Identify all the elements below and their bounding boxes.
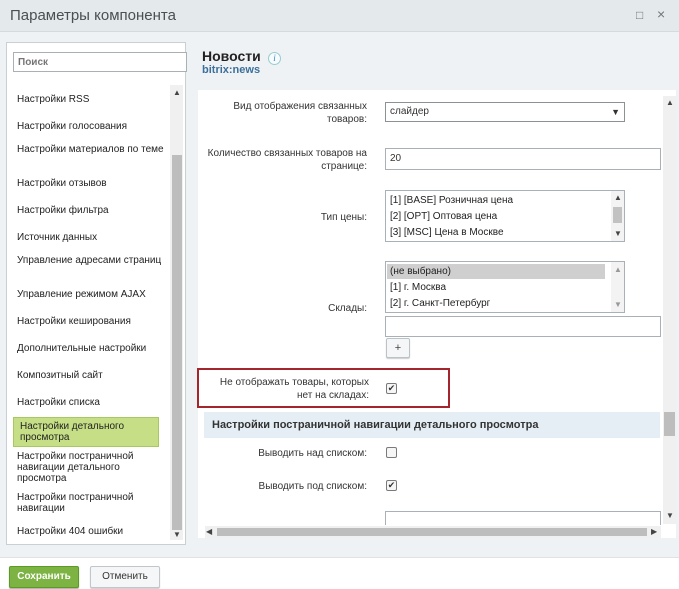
- pagination-input[interactable]: [385, 511, 661, 525]
- sidebar-item-additional[interactable]: Дополнительные настройки: [17, 343, 167, 354]
- show-below-label: Выводить под списком:: [258, 481, 367, 492]
- sidebar: Настройки RSS Настройки голосования Наст…: [6, 42, 186, 545]
- settings-scrollbar[interactable]: [663, 96, 676, 524]
- show-above-label: Выводить над списком:: [258, 448, 367, 459]
- hscroll-right-icon[interactable]: ▶: [651, 528, 657, 536]
- component-code: bitrix:news: [202, 64, 261, 76]
- hscroll-left-icon[interactable]: ◀: [206, 528, 212, 536]
- price-type-option[interactable]: [2] [OPT] Оптовая цена: [390, 211, 497, 223]
- window-title: Параметры компонента: [10, 7, 176, 24]
- sidebar-item-composite[interactable]: Композитный сайт: [17, 370, 167, 381]
- stores-scroll-up-icon[interactable]: ▲: [614, 266, 622, 274]
- sidebar-scrollbar[interactable]: [170, 85, 183, 540]
- save-button[interactable]: Сохранить: [9, 566, 79, 588]
- settings-scroll-up-icon[interactable]: ▲: [666, 99, 674, 107]
- titlebar: Параметры компонента □ ×: [0, 0, 679, 32]
- restore-icon[interactable]: □: [636, 9, 643, 21]
- sidebar-item-voting[interactable]: Настройки голосования: [17, 121, 167, 132]
- search-input[interactable]: [13, 52, 187, 72]
- stores-extra-input[interactable]: [385, 316, 661, 337]
- hide-missing-checkbox[interactable]: ✔: [386, 383, 397, 394]
- hide-missing-label: Не отображать товары, которых нет на скл…: [219, 377, 369, 401]
- sidebar-item-rss[interactable]: Настройки RSS: [17, 94, 167, 105]
- sidebar-item-urls[interactable]: Управление адресами страниц: [17, 255, 167, 266]
- sidebar-scroll-thumb[interactable]: [172, 155, 182, 530]
- close-icon[interactable]: ×: [657, 7, 665, 21]
- stores-label: Склады:: [328, 303, 367, 314]
- sidebar-item-filter[interactable]: Настройки фильтра: [17, 205, 167, 216]
- price-type-option[interactable]: [3] [MSC] Цена в Москве: [390, 227, 504, 239]
- related-count-input[interactable]: 20: [385, 148, 661, 170]
- sidebar-item-404[interactable]: Настройки 404 ошибки: [17, 526, 167, 537]
- chevron-down-icon: ▼: [611, 107, 620, 117]
- settings-scroll-thumb[interactable]: [664, 412, 675, 436]
- sidebar-item-pagination[interactable]: Настройки постраничной навигации: [17, 492, 167, 514]
- show-below-checkbox[interactable]: ✔: [386, 480, 397, 491]
- cancel-button[interactable]: Отменить: [90, 566, 160, 588]
- info-icon[interactable]: i: [268, 52, 281, 65]
- price-type-scroll-up-icon[interactable]: ▲: [614, 194, 622, 202]
- related-view-select[interactable]: слайдер ▼: [385, 102, 625, 122]
- price-type-listbox[interactable]: [1] [BASE] Розничная цена [2] [OPT] Опто…: [385, 190, 625, 242]
- sidebar-item-datasource[interactable]: Источник данных: [17, 232, 167, 243]
- settings-hscrollbar[interactable]: [205, 526, 661, 538]
- section-header: Настройки постраничной навигации детальн…: [204, 412, 660, 438]
- settings-scroll-down-icon[interactable]: ▼: [666, 512, 674, 520]
- stores-scroll-down-icon[interactable]: ▼: [614, 301, 622, 309]
- related-view-label: Вид отображения связанных товаров:: [233, 101, 367, 125]
- sidebar-item-related[interactable]: Настройки материалов по теме: [17, 144, 167, 155]
- settings-hscroll-thumb[interactable]: [217, 528, 647, 536]
- price-type-label: Тип цены:: [320, 212, 367, 223]
- price-type-option[interactable]: [1] [BASE] Розничная цена: [390, 195, 513, 207]
- sidebar-scroll-down-icon[interactable]: ▼: [173, 531, 181, 539]
- stores-option[interactable]: [2] г. Санкт-Петербург: [390, 298, 490, 310]
- stores-option[interactable]: (не выбрано): [390, 266, 451, 278]
- sidebar-item-list[interactable]: Настройки списка: [17, 397, 167, 408]
- stores-option[interactable]: [1] г. Москва: [390, 282, 446, 294]
- show-above-checkbox[interactable]: [386, 447, 397, 458]
- related-view-value: слайдер: [390, 106, 429, 117]
- sidebar-item-reviews[interactable]: Настройки отзывов: [17, 178, 167, 189]
- sidebar-item-ajax[interactable]: Управление режимом AJAX: [17, 289, 167, 300]
- stores-listbox[interactable]: (не выбрано) [1] г. Москва [2] г. Санкт-…: [385, 261, 625, 313]
- stores-add-button[interactable]: +: [386, 338, 410, 358]
- sidebar-item-detail[interactable]: Настройки детального просмотра: [13, 417, 159, 447]
- price-type-scroll-thumb[interactable]: [613, 207, 622, 223]
- sidebar-scroll-up-icon[interactable]: ▲: [173, 89, 181, 97]
- related-count-label: Количество связанных товаров на странице…: [207, 148, 367, 172]
- sidebar-item-detail-pagination[interactable]: Настройки постраничной навигации детальн…: [17, 451, 167, 484]
- page-title: Новости: [202, 48, 261, 64]
- sidebar-item-cache[interactable]: Настройки кеширования: [17, 316, 167, 327]
- price-type-scroll-down-icon[interactable]: ▼: [614, 230, 622, 238]
